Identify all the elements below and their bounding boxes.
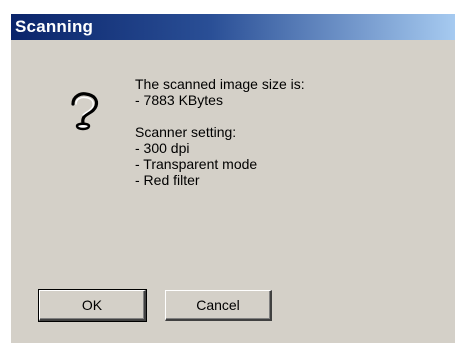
question-mark-icon [63,90,103,134]
window-top-edge [10,0,455,14]
message-line: - Red filter [135,172,200,188]
message-text: The scanned image size is: - 7883 KBytes… [135,76,435,188]
message-line: - Transparent mode [135,156,258,172]
title-bar[interactable]: Scanning [11,14,455,40]
scanning-dialog: Scanning The scanned image size is: - 78… [10,14,455,343]
cancel-button[interactable]: Cancel [165,290,272,321]
message-spacer [135,108,435,124]
message-line: Scanner setting: [135,124,237,140]
ok-button[interactable]: OK [38,289,147,322]
message-line: - 300 dpi [135,140,190,156]
message-line: The scanned image size is: [135,76,305,92]
message-line: - 7883 KBytes [135,92,223,108]
window-title: Scanning [15,17,94,36]
